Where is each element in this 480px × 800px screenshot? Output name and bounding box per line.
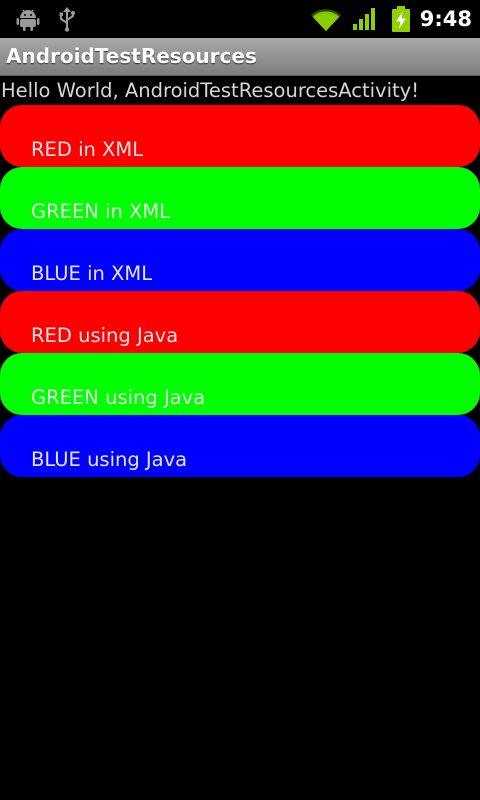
hello-text: Hello World, AndroidTestResourcesActivit… xyxy=(1,79,420,102)
android-debug-icon xyxy=(14,0,42,38)
wifi-icon xyxy=(309,0,343,38)
main-content: Hello World, AndroidTestResourcesActivit… xyxy=(0,76,480,477)
battery-charging-icon xyxy=(389,0,413,38)
app-title-bar: AndroidTestResources xyxy=(0,38,480,76)
button-label: BLUE using Java xyxy=(31,448,188,471)
button-label: BLUE in XML xyxy=(31,262,153,285)
button-label: RED in XML xyxy=(31,138,144,161)
red-in-xml-button[interactable]: RED in XML xyxy=(0,105,480,167)
blue-using-java-button[interactable]: BLUE using Java xyxy=(0,415,480,477)
button-label: GREEN using Java xyxy=(31,386,206,409)
button-label: GREEN in XML xyxy=(31,200,171,223)
signal-icon xyxy=(351,0,377,38)
app-title: AndroidTestResources xyxy=(6,44,257,68)
blue-in-xml-button[interactable]: BLUE in XML xyxy=(0,229,480,291)
green-using-java-button[interactable]: GREEN using Java xyxy=(0,353,480,415)
status-clock: 9:48 xyxy=(419,7,472,31)
button-label: RED using Java xyxy=(31,324,179,347)
status-bar: 9:48 xyxy=(0,0,480,38)
usb-icon xyxy=(55,0,79,38)
green-in-xml-button[interactable]: GREEN in XML xyxy=(0,167,480,229)
red-using-java-button[interactable]: RED using Java xyxy=(0,291,480,353)
